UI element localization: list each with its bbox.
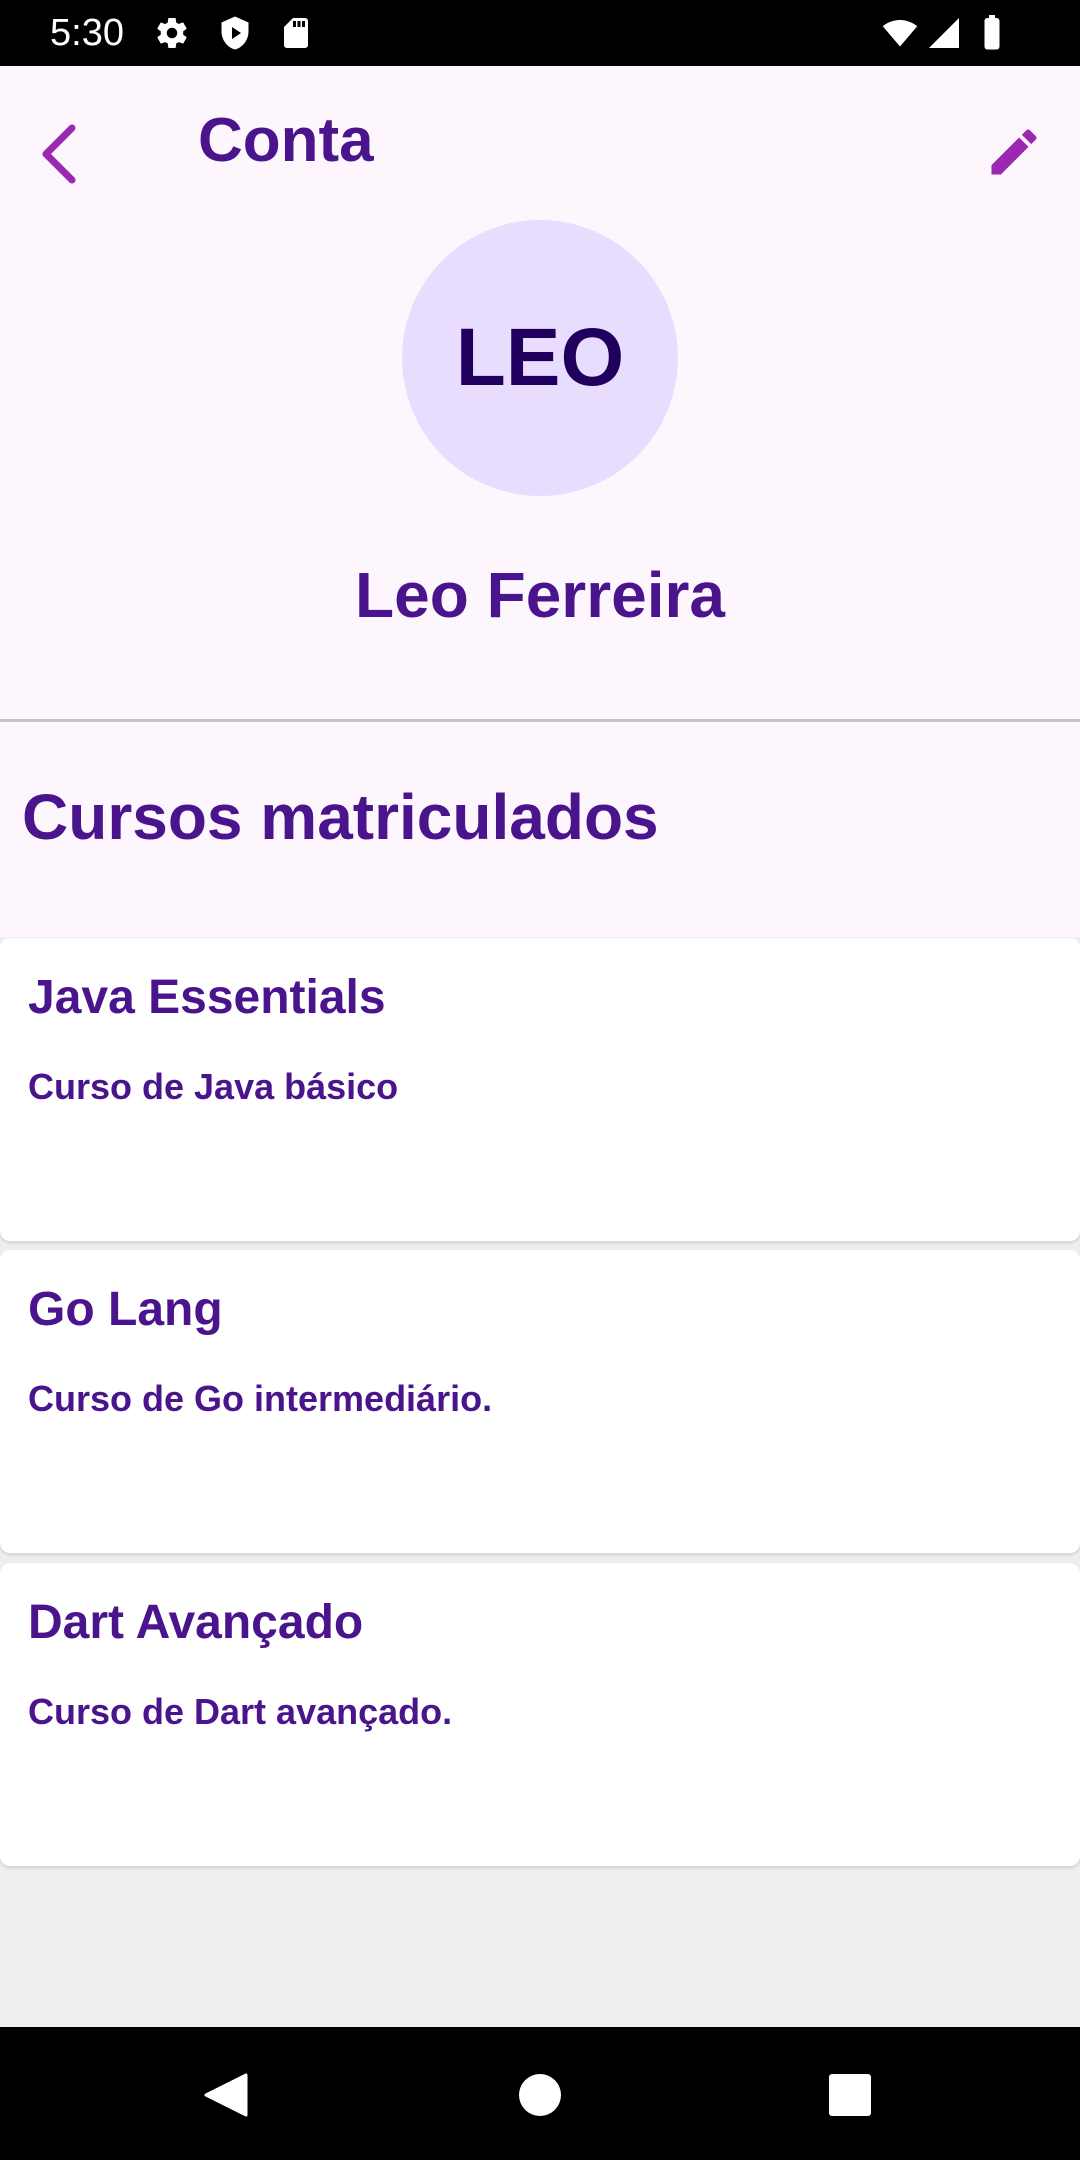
course-description: Curso de Go intermediário.: [28, 1378, 493, 1419]
account-screen: 5:30 Conta LEO Leo Ferreira Cursos matri…: [0, 0, 1080, 2160]
course-card[interactable]: Go Lang Curso de Go intermediário.: [0, 1250, 1080, 1553]
battery-icon: [984, 15, 1000, 50]
chevron-left-icon: [42, 124, 76, 184]
navigation-bar: [0, 2027, 1080, 2160]
course-description: Curso de Java básico: [28, 1066, 399, 1107]
avatar: LEO: [402, 220, 678, 496]
course-title: Java Essentials: [28, 971, 386, 1024]
sd-card-icon: [284, 18, 308, 48]
nav-recents-button[interactable]: [818, 2063, 882, 2127]
back-triangle-icon: [204, 2073, 248, 2117]
course-title: Dart Avançado: [28, 1596, 364, 1649]
edit-button[interactable]: [978, 114, 1050, 190]
course-description: Curso de Dart avançado.: [28, 1691, 453, 1732]
section-title: Cursos matriculados: [22, 781, 659, 853]
cell-signal-icon: [929, 18, 959, 48]
status-time: 5:30: [50, 12, 124, 54]
pencil-icon: [991, 129, 1037, 175]
profile-header: Conta LEO Leo Ferreira: [0, 66, 1080, 719]
gear-icon: [157, 18, 187, 49]
courses-section-header: Cursos matriculados: [0, 722, 1080, 937]
recents-square-icon: [829, 2074, 871, 2116]
wifi-icon: [882, 19, 918, 47]
home-circle-icon: [519, 2074, 561, 2116]
course-card[interactable]: Dart Avançado Curso de Dart avançado.: [0, 1563, 1080, 1866]
course-title: Go Lang: [28, 1283, 223, 1336]
nav-back-button[interactable]: [194, 2063, 258, 2127]
avatar-initials: LEO: [455, 312, 625, 403]
user-name: Leo Ferreira: [355, 559, 725, 631]
back-button[interactable]: [28, 112, 92, 196]
page-title: Conta: [198, 106, 374, 175]
status-bar: 5:30: [0, 0, 1080, 66]
shield-play-icon: [221, 16, 249, 50]
course-card[interactable]: Java Essentials Curso de Java básico: [0, 938, 1080, 1241]
nav-home-button[interactable]: [508, 2063, 572, 2127]
